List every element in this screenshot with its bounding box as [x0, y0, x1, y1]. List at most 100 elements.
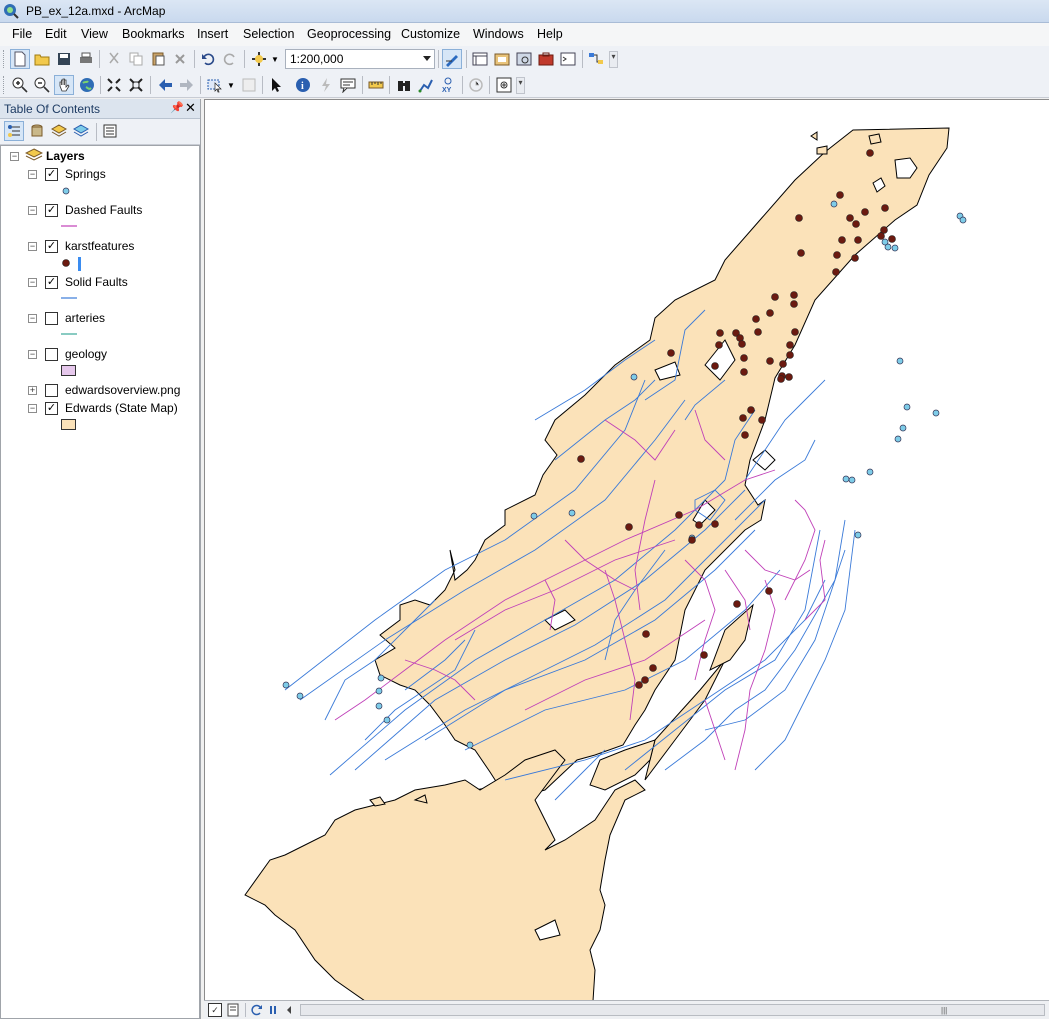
select-features-dropdown-icon[interactable]: ▼	[227, 81, 235, 90]
catalog-icon[interactable]	[492, 49, 512, 69]
select-features-icon[interactable]	[205, 75, 225, 95]
go-forward-extent-icon[interactable]	[177, 75, 197, 95]
toc-options-icon[interactable]	[100, 121, 120, 141]
go-to-xy-icon[interactable]: XY	[438, 75, 458, 95]
chevron-down-icon[interactable]	[423, 56, 431, 61]
layer-name-springs[interactable]: Springs	[65, 167, 106, 181]
list-by-drawing-order-icon[interactable]	[4, 121, 24, 141]
collapse-icon[interactable]: −	[28, 170, 37, 179]
add-data-dropdown-icon[interactable]: ▼	[271, 55, 279, 64]
map-scale-combo[interactable]: 1:200,000	[285, 49, 435, 69]
layer-visibility-checkbox[interactable]: ✓	[45, 168, 58, 181]
expand-icon[interactable]: +	[28, 386, 37, 395]
layer-name-solid-faults[interactable]: Solid Faults	[65, 275, 128, 289]
arctoolbox-icon[interactable]	[536, 49, 556, 69]
scroll-left-icon[interactable]	[282, 1003, 296, 1017]
paste-icon[interactable]	[148, 49, 168, 69]
menu-help[interactable]: Help	[537, 27, 563, 41]
editor-toolbar-icon[interactable]	[442, 49, 462, 69]
go-back-extent-icon[interactable]	[155, 75, 175, 95]
pause-drawing-icon[interactable]	[266, 1003, 280, 1017]
full-extent-globe-icon[interactable]	[77, 75, 97, 95]
list-by-source-icon[interactable]	[27, 121, 47, 141]
collapse-icon[interactable]: −	[10, 152, 19, 161]
menu-geoprocessing[interactable]: Geoprocessing	[307, 27, 391, 41]
close-icon[interactable]: ✕	[185, 100, 196, 116]
layer-visibility-checkbox[interactable]	[45, 384, 58, 397]
find-binoculars-icon[interactable]	[394, 75, 414, 95]
pan-hand-icon[interactable]	[54, 75, 74, 95]
search-window-icon[interactable]	[514, 49, 534, 69]
layer-visibility-checkbox[interactable]: ✓	[45, 240, 58, 253]
magnifier-window-icon[interactable]	[494, 75, 514, 95]
layer-visibility-checkbox[interactable]	[45, 312, 58, 325]
menu-customize[interactable]: Customize	[401, 27, 460, 41]
data-view-button[interactable]: ✓	[208, 1003, 222, 1017]
python-window-icon[interactable]	[558, 49, 578, 69]
hyperlink-lightning-icon[interactable]	[316, 75, 336, 95]
arteries-line-symbol	[61, 333, 77, 335]
measure-icon[interactable]	[366, 75, 386, 95]
zoom-in-icon[interactable]	[10, 75, 30, 95]
fixed-zoom-in-icon[interactable]	[104, 75, 124, 95]
add-data-icon[interactable]	[249, 49, 269, 69]
list-by-selection-icon[interactable]	[71, 121, 91, 141]
toolbar-options-icon[interactable]: ▾	[609, 51, 618, 68]
layers-root-label[interactable]: Layers	[46, 149, 85, 163]
delete-icon[interactable]	[170, 49, 190, 69]
find-route-icon[interactable]	[416, 75, 436, 95]
refresh-icon[interactable]	[250, 1003, 264, 1017]
fixed-zoom-out-icon[interactable]	[126, 75, 146, 95]
horizontal-scrollbar[interactable]: |||	[300, 1004, 1045, 1016]
collapse-icon[interactable]: −	[28, 314, 37, 323]
zoom-out-icon[interactable]	[32, 75, 52, 95]
toolbar-options-icon[interactable]: ▾	[516, 77, 525, 94]
map-canvas[interactable]	[205, 100, 1049, 1000]
layer-name-edwardsoverview[interactable]: edwardsoverview.png	[65, 383, 180, 397]
layer-name-karstfeatures[interactable]: karstfeatures	[65, 239, 134, 253]
layer-visibility-checkbox[interactable]: ✓	[45, 276, 58, 289]
select-elements-arrow-icon[interactable]	[266, 75, 286, 95]
layer-name-edwards-state-map[interactable]: Edwards (State Map)	[65, 401, 178, 415]
open-folder-icon[interactable]	[32, 49, 52, 69]
collapse-icon[interactable]: −	[28, 404, 37, 413]
table-of-contents-icon[interactable]	[470, 49, 490, 69]
new-document-icon[interactable]	[10, 49, 30, 69]
undo-icon[interactable]	[198, 49, 218, 69]
toc-title: Table Of Contents	[4, 102, 101, 116]
menu-edit[interactable]: Edit	[45, 27, 67, 41]
layer-visibility-checkbox[interactable]: ✓	[45, 204, 58, 217]
identify-icon[interactable]: i	[293, 75, 313, 95]
print-icon[interactable]	[76, 49, 96, 69]
collapse-icon[interactable]: −	[28, 206, 37, 215]
menu-file[interactable]: File	[12, 27, 32, 41]
save-icon[interactable]	[54, 49, 74, 69]
layer-visibility-checkbox[interactable]: ✓	[45, 402, 58, 415]
layer-name-geology[interactable]: geology	[65, 347, 107, 361]
map-display[interactable]	[204, 99, 1049, 1000]
menu-selection[interactable]: Selection	[243, 27, 294, 41]
menu-bookmarks[interactable]: Bookmarks	[122, 27, 185, 41]
layer-name-dashed-faults[interactable]: Dashed Faults	[65, 203, 142, 217]
clear-selection-icon[interactable]	[239, 75, 259, 95]
toolbar-grip[interactable]	[3, 50, 6, 68]
scrollbar-grip-icon[interactable]: |||	[941, 1006, 947, 1015]
html-popup-icon[interactable]	[338, 75, 358, 95]
list-by-visibility-icon[interactable]	[49, 121, 69, 141]
menu-view[interactable]: View	[81, 27, 108, 41]
menu-insert[interactable]: Insert	[197, 27, 228, 41]
layout-view-icon[interactable]	[226, 1003, 240, 1017]
model-builder-icon[interactable]	[586, 49, 606, 69]
toolbar-grip[interactable]	[3, 76, 6, 94]
redo-icon[interactable]	[220, 49, 240, 69]
collapse-icon[interactable]: −	[28, 350, 37, 359]
time-slider-icon[interactable]	[466, 75, 486, 95]
layer-name-arteries[interactable]: arteries	[65, 311, 105, 325]
copy-icon[interactable]	[126, 49, 146, 69]
layer-visibility-checkbox[interactable]	[45, 348, 58, 361]
collapse-icon[interactable]: −	[28, 242, 37, 251]
collapse-icon[interactable]: −	[28, 278, 37, 287]
menu-windows[interactable]: Windows	[473, 27, 524, 41]
pin-icon[interactable]: 📌	[170, 101, 184, 114]
cut-icon[interactable]	[104, 49, 124, 69]
